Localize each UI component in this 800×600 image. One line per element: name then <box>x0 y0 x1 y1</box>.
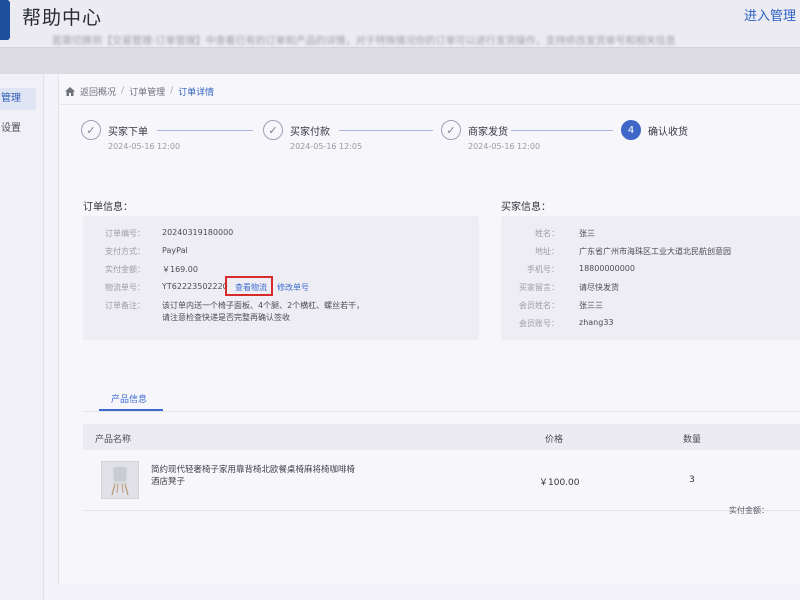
order-number-key: 订单编号： <box>105 229 145 238</box>
order-detail-panel: 返回概况 / 订单管理 / 订单详情 ✓ 买家下单 2024-05-16 12:… <box>58 74 800 584</box>
buyer-name-value: 张三 <box>579 229 595 238</box>
member-account-value: zhang33 <box>579 318 614 327</box>
step-buyer-order: ✓ 买家下单 2024-05-16 12:00 <box>81 120 181 160</box>
breadcrumb-separator: / <box>121 86 125 96</box>
product-thumbnail <box>101 461 139 499</box>
buyer-message-row: 买家留言： 请尽快发货 <box>501 282 800 294</box>
breadcrumb: 返回概况 / 订单管理 / 订单详情 <box>65 84 214 98</box>
page-body: 管理 设置 返回概况 / 订单管理 / 订单详情 ✓ 买家下单 2024-05-… <box>0 48 800 600</box>
buyer-name-row: 姓名： 张三 <box>501 228 800 240</box>
order-note-key: 订单备注： <box>105 301 145 310</box>
highlight-annotation <box>225 276 273 296</box>
step-seller-shipping: ✓ 商家发货 2024-05-16 12:00 <box>441 120 541 160</box>
table-row-divider <box>83 510 800 511</box>
member-account-key: 会员账号： <box>519 319 559 328</box>
order-number-value: 20240319180000 <box>162 228 234 237</box>
step-label: 商家发货 <box>468 127 508 138</box>
check-icon: ✓ <box>441 120 461 140</box>
buyer-address-key: 地址： <box>535 247 559 256</box>
step-confirm-receipt: 4 确认收货 <box>621 120 721 160</box>
step-label: 买家付款 <box>290 127 330 138</box>
step-time: 2024-05-16 12:05 <box>290 142 363 151</box>
buyer-message-value: 请尽快发货 <box>579 283 619 292</box>
buyer-message-key: 买家留言： <box>519 283 559 292</box>
total-amount-label: 实付金额： <box>729 506 769 515</box>
order-info-title: 订单信息： <box>83 202 133 213</box>
payment-method-value: PayPal <box>162 246 188 255</box>
order-note-value: 该订单内送一个椅子面板、4个腿、2个横杠、螺丝若干，请注意检查快递是否完整再确认… <box>162 301 365 322</box>
buyer-address-row: 地址： 广东省广州市海珠区工业大道北民航创意园 <box>501 246 800 258</box>
column-header-quantity: 数量 <box>683 435 702 445</box>
buyer-info-title: 买家信息： <box>501 202 551 213</box>
buyer-phone-key: 手机号： <box>527 265 559 274</box>
paid-amount-value: ￥169.00 <box>162 265 198 274</box>
buyer-address-value: 广东省广州市海珠区工业大道北民航创意园 <box>579 247 731 256</box>
tab-product-info[interactable]: 产品信息 <box>111 392 147 405</box>
payment-method-row: 支付方式： PayPal <box>83 246 479 258</box>
page-title: 帮助中心 <box>22 7 103 29</box>
product-quantity: 3 <box>689 475 695 485</box>
tracking-number-key: 物流单号： <box>105 283 145 292</box>
home-icon <box>65 86 75 96</box>
column-header-price: 价格 <box>545 435 564 445</box>
breadcrumb-current: 订单详情 <box>178 87 215 98</box>
divider <box>83 411 800 412</box>
product-table-header: 产品名称 价格 数量 <box>83 424 800 450</box>
breadcrumb-order-management[interactable]: 订单管理 <box>129 85 165 98</box>
edit-tracking-link[interactable]: 修改单号 <box>277 282 309 293</box>
buyer-name-key: 姓名： <box>535 229 559 238</box>
member-name-row: 会员姓名： 张三三 <box>501 300 800 312</box>
page-strip <box>0 48 800 74</box>
product-name[interactable]: 简约现代轻奢椅子家用靠背椅北欧餐桌椅麻将椅咖啡椅酒店凳子 <box>151 464 361 488</box>
product-price: ￥100.00 <box>539 478 580 488</box>
chair-icon <box>111 466 129 496</box>
payment-method-key: 支付方式： <box>105 247 145 256</box>
instruction-hint: 若需切换到【交易管理-订单管理】中查看已有的订单和产品的详情，对于特殊情况你的订… <box>52 36 676 47</box>
member-name-value: 张三三 <box>579 301 603 310</box>
step-time: 2024-05-16 12:00 <box>108 142 181 151</box>
order-number-row: 订单编号： 20240319180000 <box>83 228 479 240</box>
order-note-row: 订单备注： <box>83 300 145 312</box>
buyer-phone-value: 18800000000 <box>579 264 635 273</box>
buyer-phone-row: 手机号： 18800000000 <box>501 264 800 276</box>
step-number: 4 <box>621 120 641 140</box>
step-label: 确认收货 <box>648 127 688 138</box>
check-icon: ✓ <box>263 120 283 140</box>
logo-icon <box>0 0 10 40</box>
member-name-key: 会员姓名： <box>519 301 559 310</box>
sidebar: 管理 设置 <box>0 74 44 600</box>
sidebar-item-management[interactable]: 管理 <box>0 88 36 110</box>
breadcrumb-separator: / <box>170 86 174 96</box>
paid-amount-row: 实付金额： ￥169.00 <box>83 264 479 276</box>
step-label: 买家下单 <box>108 127 148 138</box>
breadcrumb-home[interactable]: 返回概况 <box>80 85 116 98</box>
step-time: 2024-05-16 12:00 <box>468 142 541 151</box>
column-header-name: 产品名称 <box>95 435 132 445</box>
enter-admin-link[interactable]: 进入管理 <box>744 5 796 24</box>
member-account-row: 会员账号： zhang33 <box>501 318 800 330</box>
sidebar-item-settings[interactable]: 设置 <box>0 118 36 140</box>
step-buyer-payment: ✓ 买家付款 2024-05-16 12:05 <box>263 120 363 160</box>
tracking-number-value: YT62223502220 <box>162 282 228 291</box>
check-icon: ✓ <box>81 120 101 140</box>
divider <box>59 104 800 105</box>
paid-amount-key: 实付金额： <box>105 265 145 274</box>
tracking-number-row: 物流单号： YT62223502220 查看物流 修改单号 <box>83 282 479 294</box>
